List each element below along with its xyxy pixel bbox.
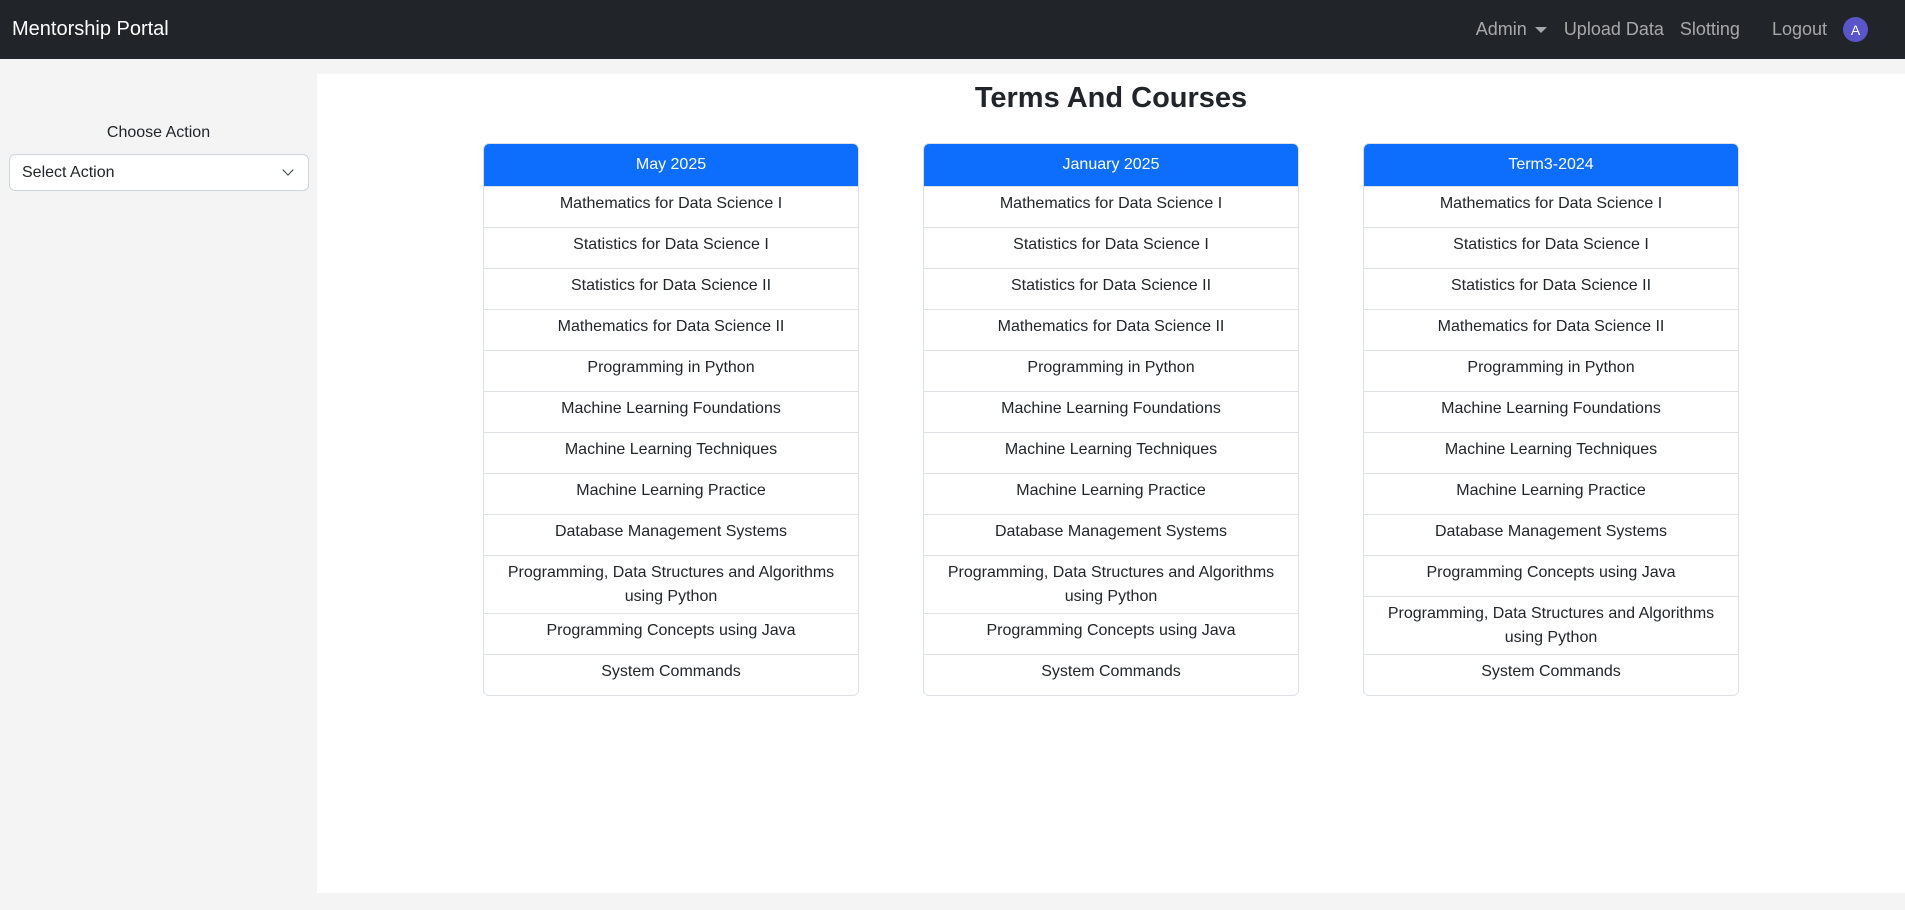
term-card-january-2025: January 2025 Mathematics for Data Science… (923, 143, 1299, 696)
course-item[interactable]: Statistics for Data Science II (484, 268, 858, 309)
caret-down-icon (1534, 26, 1547, 33)
course-item[interactable]: Machine Learning Foundations (1364, 391, 1738, 432)
course-item[interactable]: Statistics for Data Science II (924, 268, 1298, 309)
course-item[interactable]: Programming in Python (1364, 350, 1738, 391)
chevron-down-icon (282, 164, 294, 176)
course-item[interactable]: Mathematics for Data Science II (1364, 309, 1738, 350)
course-item[interactable]: Machine Learning Practice (1364, 473, 1738, 514)
course-item[interactable]: Database Management Systems (1364, 514, 1738, 555)
slotting-link[interactable]: Slotting (1680, 19, 1740, 40)
course-item[interactable]: Programming, Data Structures and Algorit… (924, 555, 1298, 613)
course-item[interactable]: Database Management Systems (484, 514, 858, 555)
course-item[interactable]: Machine Learning Techniques (924, 432, 1298, 473)
avatar[interactable]: A (1843, 17, 1868, 42)
course-item[interactable]: System Commands (1364, 654, 1738, 695)
course-item[interactable]: System Commands (484, 654, 858, 695)
course-item[interactable]: Database Management Systems (924, 514, 1298, 555)
course-item[interactable]: Statistics for Data Science I (1364, 227, 1738, 268)
course-item[interactable]: Programming, Data Structures and Algorit… (1364, 596, 1738, 654)
term-header[interactable]: May 2025 (484, 144, 858, 186)
course-item[interactable]: Programming in Python (484, 350, 858, 391)
nav-right: Admin Upload Data Slotting Logout A (1476, 0, 1905, 59)
choose-action-label: Choose Action (106, 124, 211, 141)
course-item[interactable]: Programming Concepts using Java (1364, 555, 1738, 596)
top-navbar: Mentorship Portal Admin Upload Data Slot… (0, 0, 1905, 59)
action-select[interactable]: Select Action (9, 154, 309, 191)
term-header[interactable]: January 2025 (924, 144, 1298, 186)
course-item[interactable]: Machine Learning Practice (924, 473, 1298, 514)
course-item[interactable]: Mathematics for Data Science II (924, 309, 1298, 350)
course-item[interactable]: Mathematics for Data Science I (924, 186, 1298, 227)
admin-dropdown-label: Admin (1475, 19, 1527, 39)
term-card-may-2025: May 2025 Mathematics for Data Science I St… (483, 143, 859, 696)
course-item[interactable]: Statistics for Data Science I (924, 227, 1298, 268)
course-item[interactable]: Programming Concepts using Java (484, 613, 858, 654)
sidebar: Choose Action Select Action (0, 59, 317, 910)
course-item[interactable]: Programming, Data Structures and Algorit… (484, 555, 858, 613)
action-select-value: Select Action (22, 163, 115, 181)
admin-dropdown[interactable]: Admin (1476, 19, 1547, 40)
course-item[interactable]: Mathematics for Data Science I (484, 186, 858, 227)
course-item[interactable]: Statistics for Data Science I (484, 227, 858, 268)
course-item[interactable]: Mathematics for Data Science I (1364, 186, 1738, 227)
logout-link[interactable]: Logout (1772, 19, 1827, 40)
term-card-term3-2024: Term3-2024 Mathematics for Data Science I… (1363, 143, 1739, 696)
course-item[interactable]: Machine Learning Foundations (484, 391, 858, 432)
term-header[interactable]: Term3-2024 (1364, 144, 1738, 186)
main-content: Terms And Courses May 2025 Mathematics fo… (317, 74, 1905, 893)
course-item[interactable]: Programming in Python (924, 350, 1298, 391)
course-item[interactable]: System Commands (924, 654, 1298, 695)
course-item[interactable]: Machine Learning Techniques (1364, 432, 1738, 473)
course-item[interactable]: Machine Learning Foundations (924, 391, 1298, 432)
course-item[interactable]: Machine Learning Practice (484, 473, 858, 514)
page-title: Terms And Courses (974, 82, 1248, 114)
course-item[interactable]: Programming Concepts using Java (924, 613, 1298, 654)
course-item[interactable]: Mathematics for Data Science II (484, 309, 858, 350)
upload-data-link[interactable]: Upload Data (1564, 19, 1664, 40)
brand-link[interactable]: Mentorship Portal (12, 18, 169, 41)
course-item[interactable]: Machine Learning Techniques (484, 432, 858, 473)
course-item[interactable]: Statistics for Data Science II (1364, 268, 1738, 309)
